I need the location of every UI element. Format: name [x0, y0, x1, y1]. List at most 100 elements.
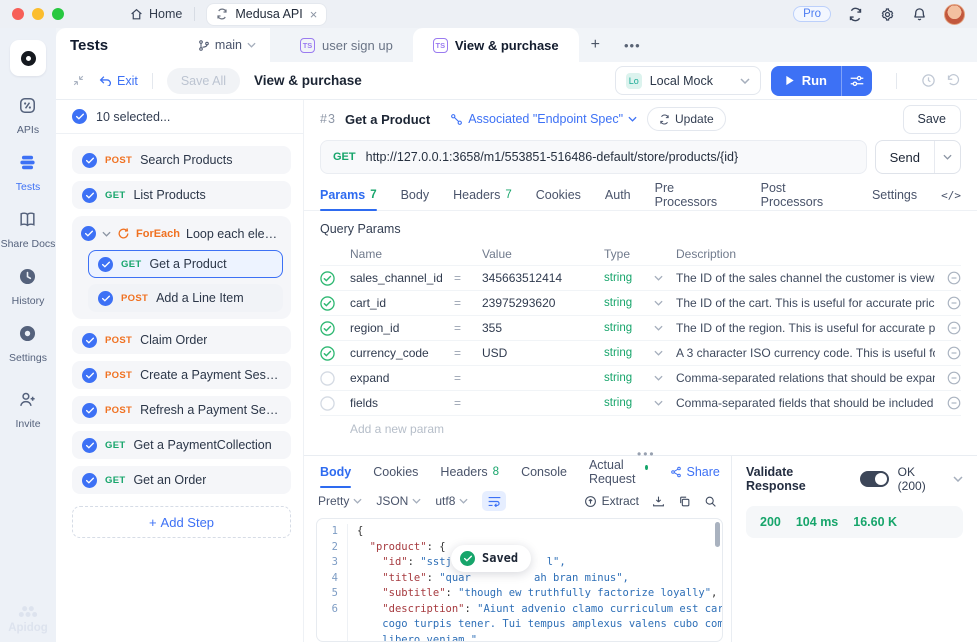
associated-endpoint-dropdown[interactable]: Associated "Endpoint Spec" [450, 112, 637, 126]
param-name[interactable]: fields [350, 396, 454, 410]
param-value[interactable]: 345663512414 [482, 271, 604, 285]
more-tabs-button[interactable]: ••• [612, 38, 653, 53]
add-step-button[interactable]: +Add Step [72, 506, 291, 538]
response-tab-console[interactable]: Console [521, 456, 567, 487]
exit-button[interactable]: Exit [99, 74, 138, 88]
step-checkbox[interactable] [98, 291, 113, 306]
chevron-down-icon[interactable] [654, 275, 676, 281]
collapse-icon[interactable] [72, 74, 85, 87]
close-tab-icon[interactable]: × [310, 8, 318, 21]
bell-icon[interactable] [912, 7, 927, 22]
minimize-window-button[interactable] [32, 8, 44, 20]
param-description[interactable]: Comma-separated fields that should be in… [676, 396, 935, 410]
encoding-dropdown[interactable]: utf8 [435, 494, 468, 508]
request-tab-params[interactable]: Params7 [320, 180, 377, 210]
refresh-icon[interactable] [848, 7, 863, 22]
save-all-button[interactable]: Save All [167, 68, 240, 94]
step-checkbox[interactable] [82, 188, 97, 203]
param-type[interactable]: string [604, 347, 654, 359]
param-value[interactable]: 355 [482, 321, 604, 335]
param-row[interactable]: sales_channel_id=345663512414stringThe I… [320, 266, 961, 291]
step-card[interactable]: GETGet an Order [72, 466, 291, 494]
request-tab-pre-processors[interactable]: Pre Processors [655, 180, 737, 210]
param-description[interactable]: The ID of the sales channel the customer… [676, 271, 935, 285]
code-view-icon[interactable]: </> [941, 189, 961, 202]
param-type[interactable]: string [604, 372, 654, 384]
request-tab-auth[interactable]: Auth [605, 180, 631, 210]
request-tab-settings[interactable]: Settings [872, 180, 917, 210]
app-logo[interactable] [10, 40, 46, 76]
chevron-down-icon[interactable] [654, 325, 676, 331]
step-checkbox[interactable] [81, 226, 96, 241]
foreach-header[interactable]: ForEachLoop each element in {{ [78, 221, 285, 246]
param-row[interactable]: fields=stringComma-separated fields that… [320, 391, 961, 416]
chevron-down-icon[interactable] [102, 231, 111, 237]
gear-icon[interactable] [880, 7, 895, 22]
scenario-tab-user-sign-up[interactable]: TSuser sign up [280, 28, 413, 62]
param-disabled-icon[interactable] [320, 396, 350, 411]
pro-badge[interactable]: Pro [793, 6, 831, 22]
validate-toggle[interactable] [860, 471, 889, 487]
request-tab-body[interactable]: Body [401, 180, 430, 210]
sidebar-item-settings[interactable]: Settings [1, 324, 56, 364]
scrollbar-thumb[interactable] [715, 522, 720, 547]
param-type[interactable]: string [604, 322, 654, 334]
param-row[interactable]: currency_code=USDstringA 3 character ISO… [320, 341, 961, 366]
param-enabled-icon[interactable] [320, 346, 350, 361]
timer-icon[interactable] [921, 73, 936, 88]
param-enabled-icon[interactable] [320, 321, 350, 336]
maximize-window-button[interactable] [52, 8, 64, 20]
add-param-input[interactable]: Add a new param [320, 416, 961, 442]
param-value[interactable]: 23975293620 [482, 296, 604, 310]
home-button[interactable]: Home [130, 7, 182, 21]
remove-param-icon[interactable] [935, 321, 961, 335]
doc-tab-medusa-api[interactable]: Medusa API × [207, 4, 326, 25]
param-description[interactable]: The ID of the region. This is useful for… [676, 321, 935, 335]
user-avatar[interactable] [944, 4, 965, 25]
run-options-button[interactable] [841, 66, 872, 96]
param-value[interactable]: USD [482, 346, 604, 360]
add-tab-button[interactable]: + [579, 36, 612, 54]
sidebar-item-tests[interactable]: Tests [1, 153, 56, 193]
step-card[interactable]: GETList Products [72, 181, 291, 209]
share-button[interactable]: Share [670, 465, 720, 479]
response-tab-cookies[interactable]: Cookies [373, 456, 418, 487]
remove-param-icon[interactable] [935, 346, 961, 360]
step-card[interactable]: POSTSearch Products [72, 146, 291, 174]
param-name[interactable]: region_id [350, 321, 454, 335]
step-card[interactable]: GETGet a PaymentCollection [72, 431, 291, 459]
param-description[interactable]: The ID of the cart. This is useful for a… [676, 296, 935, 310]
window-controls[interactable] [0, 8, 80, 20]
step-checkbox[interactable] [82, 473, 97, 488]
step-card[interactable]: GETGet a Product [88, 250, 283, 278]
update-button[interactable]: Update [647, 107, 726, 131]
scenario-tab-view-purchase[interactable]: TSView & purchase [413, 28, 579, 62]
param-enabled-icon[interactable] [320, 296, 350, 311]
run-button-group[interactable]: Run [771, 66, 872, 96]
param-description[interactable]: A 3 character ISO currency code. This is… [676, 346, 935, 360]
param-type[interactable]: string [604, 272, 654, 284]
remove-param-icon[interactable] [935, 396, 961, 410]
chevron-down-icon[interactable] [654, 400, 676, 406]
param-name[interactable]: currency_code [350, 346, 454, 360]
step-card[interactable]: POSTCreate a Payment Session [72, 361, 291, 389]
search-icon[interactable] [704, 495, 717, 508]
response-body-editor[interactable]: 1{2 "product": {3 "id": "sstjkQJ l",4 "t… [316, 518, 723, 642]
request-tab-post-processors[interactable]: Post Processors [761, 180, 848, 210]
step-checkbox[interactable] [98, 257, 113, 272]
param-row[interactable]: region_id=355stringThe ID of the region.… [320, 316, 961, 341]
step-checkbox[interactable] [82, 438, 97, 453]
param-description[interactable]: Comma-separated relations that should be… [676, 371, 935, 385]
step-checkbox[interactable] [82, 153, 97, 168]
param-name[interactable]: cart_id [350, 296, 454, 310]
run-button[interactable]: Run [771, 66, 841, 96]
chevron-down-icon[interactable] [654, 350, 676, 356]
sidebar-item-invite[interactable]: Invite [1, 390, 56, 430]
remove-param-icon[interactable] [935, 271, 961, 285]
sidebar-item-share-docs[interactable]: Share Docs [1, 210, 56, 250]
response-tab-body[interactable]: Body [320, 456, 351, 487]
param-name[interactable]: sales_channel_id [350, 271, 454, 285]
close-window-button[interactable] [12, 8, 24, 20]
remove-param-icon[interactable] [935, 296, 961, 310]
response-tab-actual-request[interactable]: Actual Request [589, 456, 648, 487]
